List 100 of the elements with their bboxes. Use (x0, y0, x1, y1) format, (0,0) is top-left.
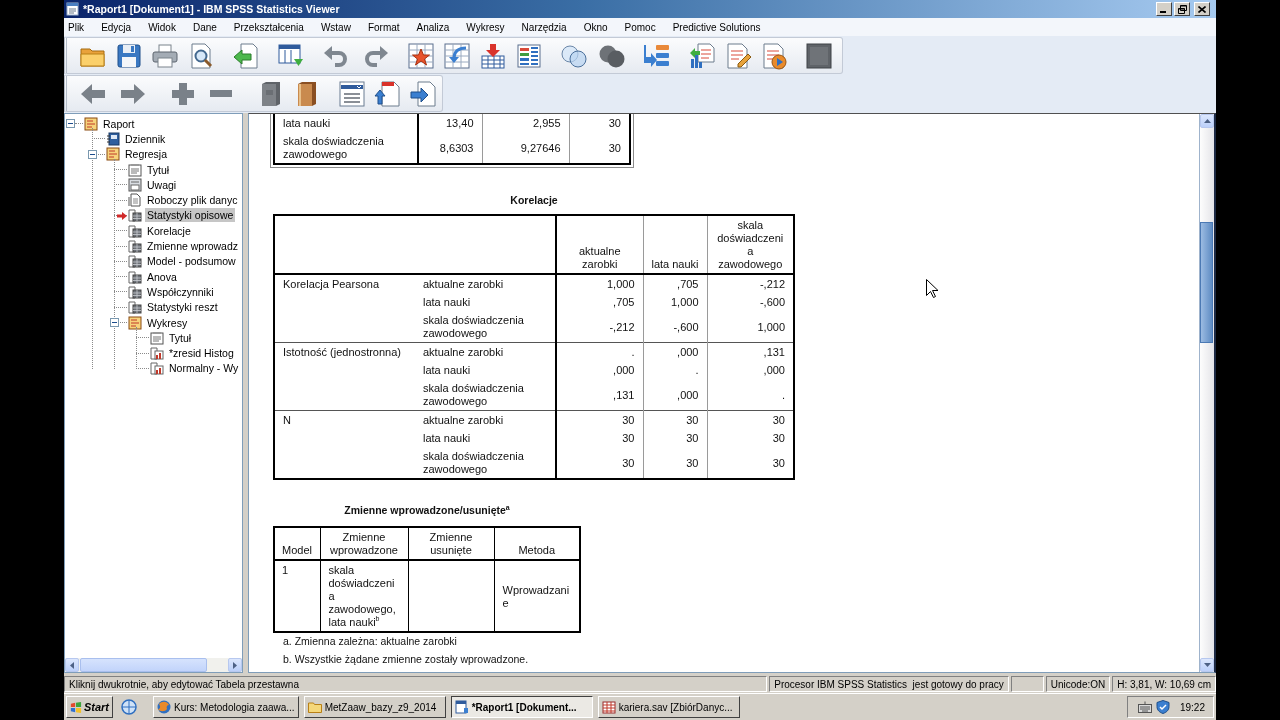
arrow-icon (117, 211, 127, 220)
menu-item[interactable]: Format (363, 21, 404, 33)
row-header: aktualne zarobki (415, 274, 556, 293)
tree-item[interactable]: Tytuł (145, 162, 172, 177)
menu-item[interactable]: Widok (144, 21, 180, 33)
row-header: skala doświadczenia zawodowego (415, 379, 556, 411)
document-right-arrow-icon[interactable] (410, 79, 438, 108)
triangle-down-icon (1203, 663, 1211, 667)
table-cell: -,212 (707, 274, 794, 293)
tree-item[interactable]: Regresja (123, 147, 170, 162)
start-button[interactable]: Start (66, 696, 113, 718)
row-header: lata nauki (415, 293, 556, 311)
menu-item[interactable]: Okno (579, 21, 612, 33)
table-arrow-icon[interactable] (443, 41, 471, 70)
restore-button[interactable] (1174, 2, 1190, 16)
column-header: skala doświadczenia zawodowego (707, 215, 794, 274)
taskbar-button[interactable]: kariera.sav [ZbiórDanyc... (597, 696, 740, 718)
document-icon (150, 330, 164, 345)
printer-icon[interactable] (151, 41, 179, 70)
window-list-icon[interactable] (338, 79, 366, 108)
tree-item[interactable]: *zresid Histog (167, 346, 236, 361)
minimize-button[interactable] (1156, 2, 1172, 16)
notepad-icon (106, 147, 120, 162)
table-cell: 8,6303 (418, 132, 482, 164)
list-columns-icon[interactable] (515, 41, 543, 70)
scroll-down-button[interactable] (1200, 658, 1214, 672)
table-cell: ,705 (643, 274, 707, 293)
close-button[interactable] (1194, 2, 1210, 16)
menu-item[interactable]: Przekształcenia (229, 21, 308, 33)
table-icon (128, 239, 142, 253)
menu-item[interactable]: Predictive Solutions (668, 21, 765, 33)
tree-item[interactable]: Dziennik (123, 131, 168, 146)
globe-icon (157, 700, 171, 714)
document-window-icon (66, 2, 80, 16)
tree-item[interactable]: Statystyki opisowe (145, 208, 236, 223)
shield-icon[interactable] (1155, 700, 1170, 714)
taskbar-button[interactable]: *Raport1 [Dokument... (450, 696, 593, 718)
notepad-icon (128, 315, 142, 330)
scroll-right-button[interactable] (228, 658, 242, 672)
tree-item[interactable]: Zmienne wprowadz (145, 239, 241, 253)
row-header: lata nauki (415, 429, 556, 447)
minus-box-icon[interactable] (88, 149, 97, 159)
chart-document-icon[interactable] (688, 41, 716, 70)
menu-item[interactable]: Narzędzia (517, 21, 571, 33)
table-cell: 30 (569, 132, 630, 164)
minus-box-icon[interactable] (66, 119, 75, 129)
column-header: Zmienne wprowadzone (320, 527, 408, 560)
menu-item[interactable]: Wykresy (462, 21, 509, 33)
table-icon (128, 223, 142, 238)
table-star-icon[interactable] (407, 41, 435, 70)
tree-item[interactable]: Model - podsumow (145, 254, 238, 269)
taskbar-button[interactable]: MetZaaw_bazy_z9_2014 (303, 696, 446, 718)
document-pencil-icon[interactable] (724, 41, 752, 70)
status-panel (1010, 676, 1044, 692)
scrollbar-thumb[interactable] (80, 658, 207, 672)
tree-item[interactable]: Roboczy plik danyc (145, 193, 240, 208)
table-title: Korelacje (509, 194, 559, 207)
tree-item[interactable]: Anova (145, 269, 179, 284)
table-cell: ,000 (643, 379, 707, 411)
clock-text: 19:22 (1179, 701, 1205, 713)
table-cell: 30 (643, 410, 707, 429)
document-play-icon[interactable] (760, 41, 788, 70)
menu-item[interactable]: Pomoc (620, 21, 660, 33)
tree-item[interactable]: Normalny - Wy (167, 361, 241, 376)
taskbar-button[interactable]: Kurs: Metodologia zaawa... (153, 696, 299, 718)
document-up-arrow-icon[interactable] (374, 79, 402, 108)
table-cell: ,000 (643, 342, 707, 361)
column-header: Metoda (494, 527, 580, 560)
tree-item[interactable]: Współczynniki (145, 284, 216, 299)
table-down-arrow-icon[interactable] (479, 41, 507, 70)
menu-item[interactable]: Plik (64, 21, 89, 33)
table-cell: ,705 (556, 293, 643, 311)
table-cell: 2,955 (482, 114, 569, 132)
tree-item[interactable]: Tytuł (167, 330, 194, 345)
scroll-left-button[interactable] (65, 658, 79, 672)
menu-item[interactable]: Analiza (412, 21, 454, 33)
keyboard-icon[interactable] (1137, 701, 1152, 713)
table-cell: 30 (707, 447, 794, 479)
scroll-up-button[interactable] (1200, 114, 1214, 128)
tree-item[interactable]: Uwagi (145, 177, 179, 192)
table-cell: -,600 (643, 311, 707, 343)
tree-item[interactable]: Korelacje (145, 223, 193, 238)
table-cell: . (643, 361, 707, 379)
menu-item[interactable]: Wstaw (316, 21, 355, 33)
menu-item[interactable]: Dane (188, 21, 221, 33)
form-icon (128, 177, 142, 192)
minus-box-icon[interactable] (110, 318, 119, 327)
menu-item[interactable]: Edycja (97, 21, 136, 33)
tree-item[interactable]: Statystyki reszt (145, 300, 220, 315)
table-cell: -,600 (707, 293, 794, 311)
scrollbar-thumb[interactable] (1200, 222, 1213, 343)
table-cell: 30 (556, 429, 643, 447)
tree-item[interactable]: Wykresy (145, 315, 190, 330)
chart-icon (150, 346, 164, 361)
square-icon[interactable] (805, 41, 833, 70)
row-header: skala doświadczenia zawodowego (415, 447, 556, 479)
globe-icon[interactable] (121, 699, 137, 715)
tree-item[interactable]: Raport (101, 116, 137, 131)
document-arrow-icon[interactable] (232, 41, 260, 70)
row-header: lata nauki (415, 361, 556, 379)
